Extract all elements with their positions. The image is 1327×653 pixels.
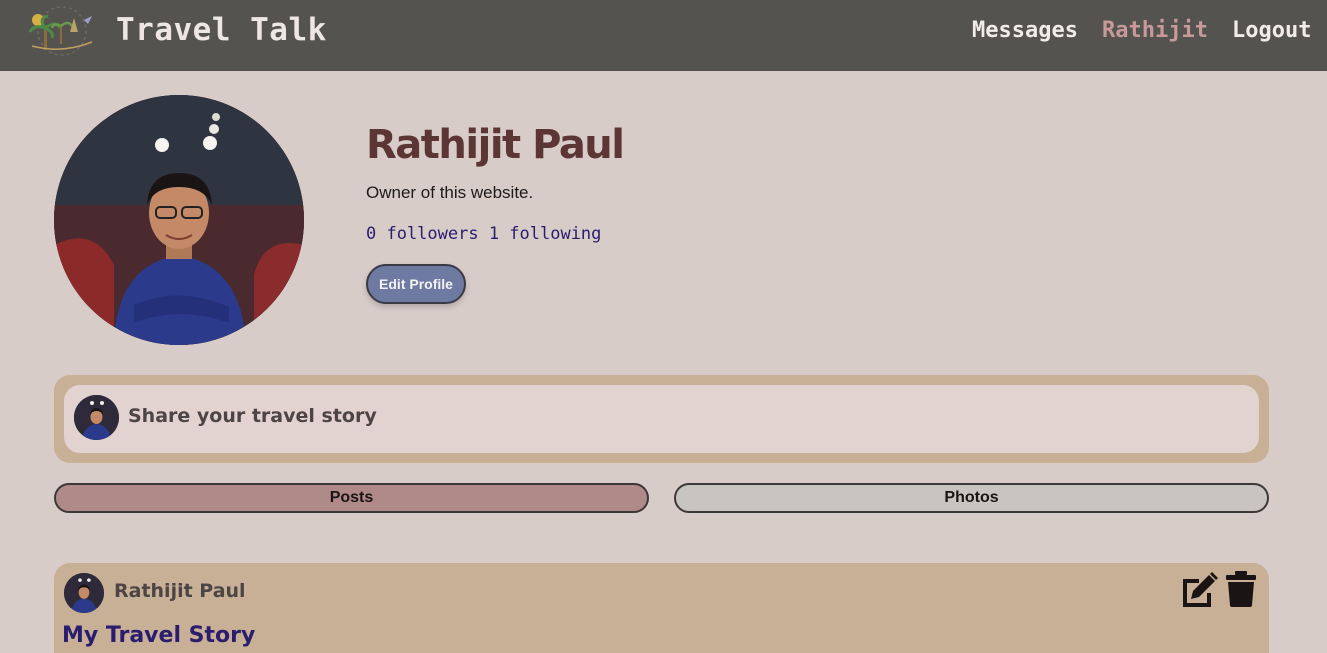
edit-profile-button[interactable]: Edit Profile — [366, 264, 466, 304]
delete-post-icon[interactable] — [1225, 571, 1257, 607]
share-story-input[interactable]: Share your travel story — [64, 385, 1259, 453]
top-navbar: Travel Talk Messages Rathijit Logout — [0, 0, 1327, 71]
palm-tree-logo-icon[interactable] — [26, 6, 98, 56]
composer-avatar — [74, 395, 119, 440]
follow-stats[interactable]: 0 followers 1 following — [366, 224, 601, 244]
tab-posts[interactable]: Posts — [54, 483, 649, 513]
post-author-name[interactable]: Rathijit Paul — [114, 580, 246, 602]
post-title[interactable]: My Travel Story — [62, 623, 255, 648]
nav-profile-link[interactable]: Rathijit — [1102, 18, 1208, 43]
tab-photos[interactable]: Photos — [674, 483, 1269, 513]
profile-avatar — [54, 95, 304, 345]
edit-post-icon[interactable] — [1179, 571, 1219, 609]
share-story-placeholder: Share your travel story — [128, 405, 377, 427]
post-author-avatar[interactable] — [64, 573, 104, 613]
profile-name: Rathijit Paul — [366, 122, 625, 168]
share-story-card: Share your travel story — [54, 375, 1269, 463]
post-card: Rathijit Paul My Travel Story — [54, 563, 1269, 653]
site-brand-title[interactable]: Travel Talk — [116, 12, 327, 48]
nav-logout-link[interactable]: Logout — [1232, 18, 1311, 43]
nav-messages-link[interactable]: Messages — [972, 18, 1078, 43]
profile-bio: Owner of this website. — [366, 183, 534, 202]
